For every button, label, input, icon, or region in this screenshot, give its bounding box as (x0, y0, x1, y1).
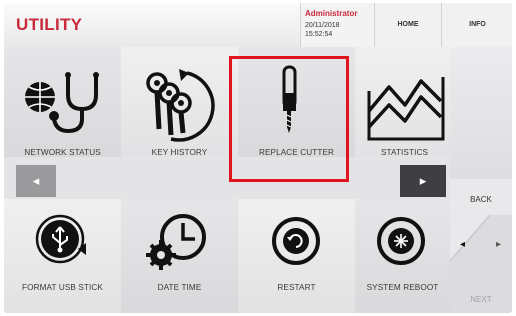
tile-key-history[interactable]: KEY HISTORY (121, 47, 238, 157)
tile-label: NETWORK STATUS (24, 148, 101, 157)
side-navigation: BACK ◂ ▸ NEXT (450, 179, 512, 313)
tile-label: DATE TIME (157, 283, 202, 292)
page-title: UTILITY (16, 15, 83, 34)
nav-right-icon[interactable]: ▸ (496, 239, 501, 250)
clock-gear-icon (146, 214, 206, 270)
system-reboot-icon (377, 217, 425, 265)
tile-statistics[interactable]: STATISTICS (355, 47, 450, 157)
back-button[interactable]: BACK (450, 195, 512, 204)
selection-highlight (229, 56, 349, 182)
next-page-button[interactable]: ▸ (400, 165, 446, 197)
next-button[interactable]: NEXT (450, 295, 512, 304)
tile-network-status[interactable]: NETWORK STATUS (4, 47, 121, 157)
tile-date-time[interactable]: DATE TIME (121, 199, 238, 313)
home-button[interactable]: HOME (374, 3, 441, 47)
tile-label: FORMAT USB STICK (22, 283, 103, 292)
chevron-left-icon: ◂ (32, 173, 40, 188)
tile-label: SYSTEM REBOOT (366, 283, 439, 292)
utility-screen: UTILITY Administrator 20/11/2018 15:52:5… (4, 3, 512, 313)
tile-system-reboot[interactable]: SYSTEM REBOOT (355, 199, 450, 313)
current-time: 15:52:54 (305, 31, 333, 38)
restart-icon (272, 217, 320, 265)
tile-format-usb[interactable]: FORMAT USB STICK (4, 199, 121, 313)
line-chart-icon (367, 77, 445, 141)
header-bar: UTILITY Administrator 20/11/2018 15:52:5… (4, 3, 512, 47)
prev-page-button[interactable]: ◂ (16, 165, 56, 197)
network-stethoscope-icon (25, 72, 99, 134)
tile-label: RESTART (277, 283, 316, 292)
usb-format-icon (35, 214, 86, 264)
chevron-right-icon: ▸ (419, 173, 427, 188)
info-button[interactable]: INFO (441, 3, 512, 47)
current-date: 20/11/2018 (305, 22, 340, 29)
tile-label: KEY HISTORY (151, 148, 208, 157)
tile-restart[interactable]: RESTART (238, 199, 355, 313)
nav-left-icon[interactable]: ◂ (460, 239, 465, 250)
keys-history-icon (146, 69, 215, 142)
tile-label: STATISTICS (380, 148, 429, 157)
side-panel-top (450, 47, 512, 179)
user-name: Administrator (305, 9, 358, 18)
user-info: Administrator 20/11/2018 15:52:54 (300, 3, 375, 47)
